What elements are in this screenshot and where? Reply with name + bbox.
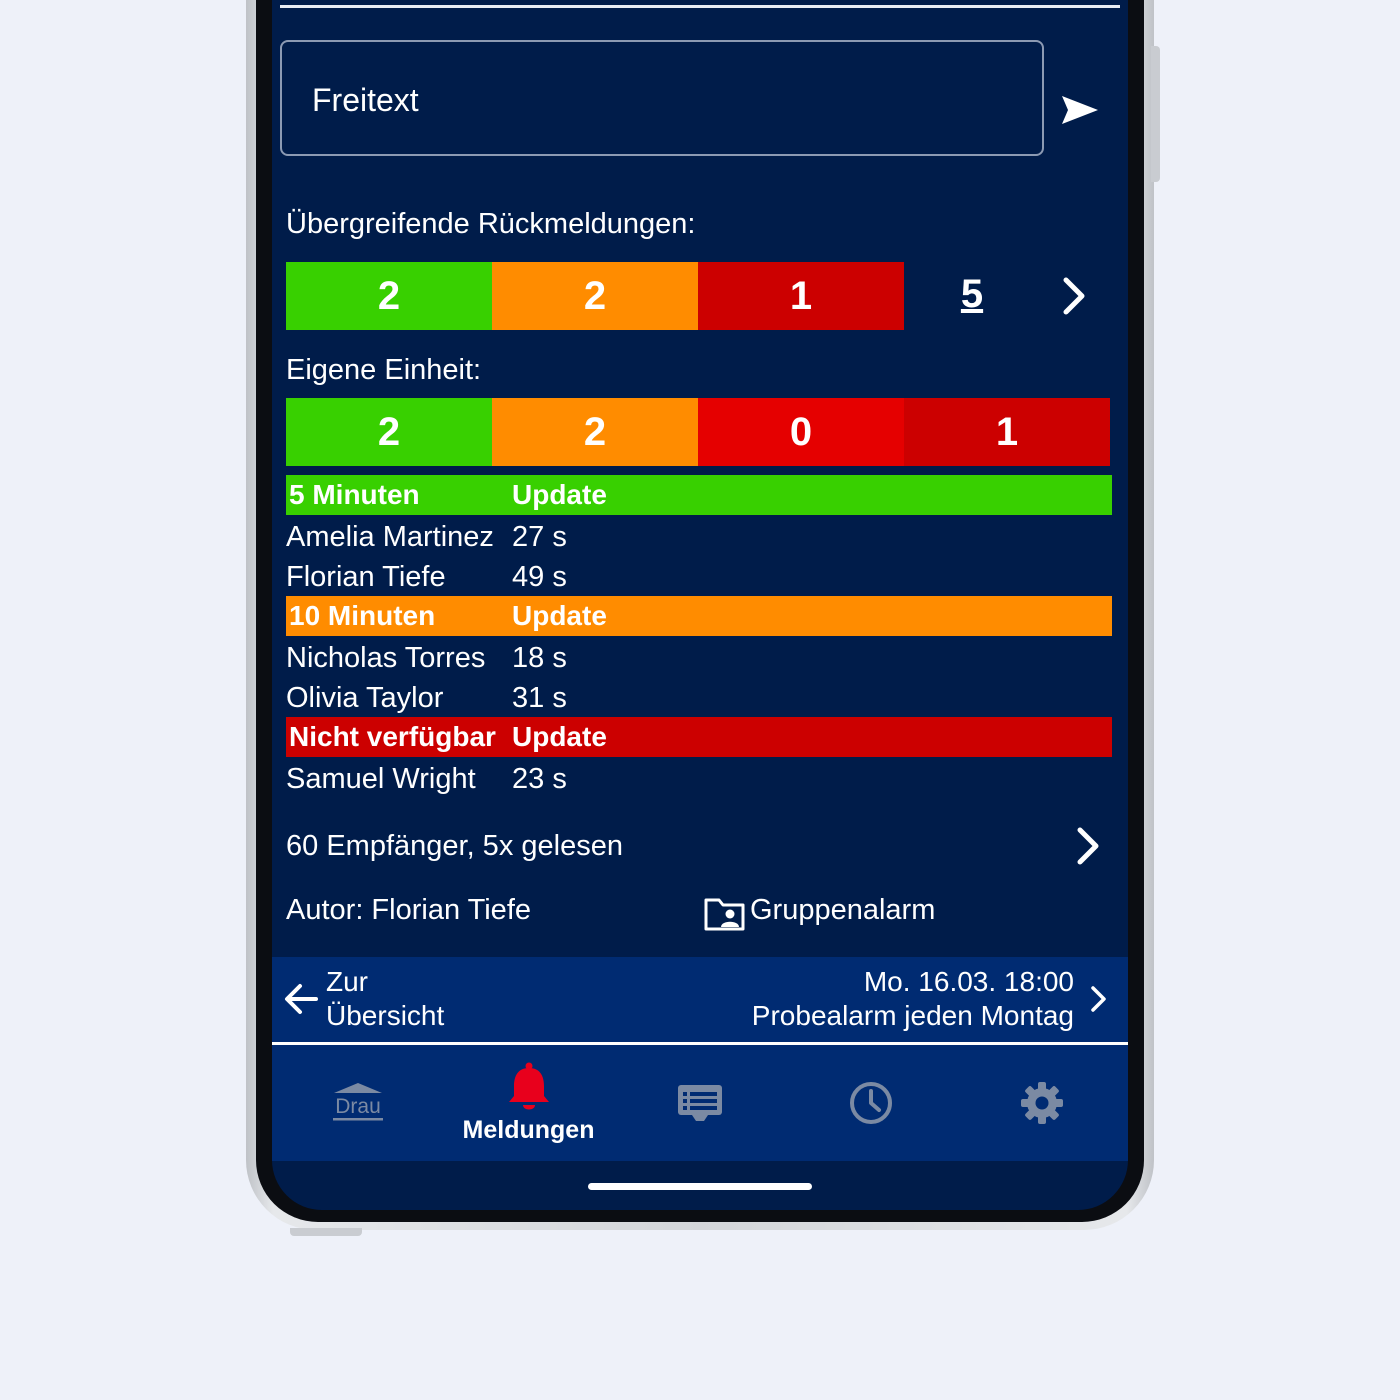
group-header-5min: 5 Minuten Update: [286, 475, 1112, 515]
person-time: 23 s: [512, 762, 567, 795]
person-name: Amelia Martinez: [286, 520, 494, 553]
drau-logo-icon: Drau: [332, 1083, 383, 1121]
person-name: Olivia Taylor: [286, 681, 444, 714]
phone-side-button: [1151, 46, 1160, 182]
alarm-navigation-bar: Zur Übersicht Mo. 16.03. 18:00 Probealar…: [272, 957, 1128, 1043]
person-time: 31 s: [512, 681, 567, 714]
person-name: Samuel Wright: [286, 762, 476, 795]
overall-count-unavailable[interactable]: 1: [698, 262, 904, 330]
person-name: Florian Tiefe: [286, 560, 446, 593]
overall-count-available-10min[interactable]: 2: [492, 262, 698, 330]
recipients-summary[interactable]: 60 Empfänger, 5x gelesen: [286, 830, 623, 863]
back-label-line2: Übersicht: [326, 1000, 445, 1031]
top-divider: [280, 5, 1120, 8]
own-count-unavailable[interactable]: 1: [904, 398, 1110, 466]
next-alarm-title: Probealarm jeden Montag: [751, 1000, 1074, 1031]
person-time: 18 s: [512, 641, 567, 674]
next-alarm-button[interactable]: [1086, 983, 1110, 1015]
arrow-left-icon: [285, 984, 318, 1014]
app-screen: Übergreifende Rückmeldungen: 2 2 1 5 Eig…: [272, 0, 1128, 1210]
list-item: Olivia Taylor 31 s: [286, 678, 567, 718]
group-name: 10 Minuten: [289, 600, 436, 631]
overall-total-link[interactable]: 5: [950, 272, 994, 322]
list-item: Amelia Martinez 27 s: [286, 517, 567, 557]
own-count-available-5min[interactable]: 2: [286, 398, 492, 466]
next-alarm-date: Mo. 16.03. 18:00: [863, 966, 1074, 997]
person-time: 27 s: [512, 520, 567, 553]
tab-messages[interactable]: [614, 1045, 785, 1161]
back-to-overview-label[interactable]: Zur Übersicht: [326, 965, 444, 1033]
next-alarm-link[interactable]: Mo. 16.03. 18:00 Probealarm jeden Montag: [752, 965, 1074, 1033]
own-unit-label: Eigene Einheit:: [286, 354, 482, 386]
overall-count-available-5min[interactable]: 2: [286, 262, 492, 330]
own-unit-bar[interactable]: 2 2 0 1: [286, 398, 1110, 466]
tab-label: Meldungen: [462, 1115, 595, 1144]
list-item: Samuel Wright 23 s: [286, 759, 567, 799]
overall-details-button[interactable]: [1058, 276, 1090, 321]
clock-icon: [849, 1082, 892, 1124]
bell-icon: [508, 1062, 549, 1109]
recipients-details-button[interactable]: [1072, 826, 1104, 871]
tab-drau[interactable]: Drau: [272, 1045, 443, 1161]
folder-user-icon: [704, 896, 746, 932]
chevron-right-icon: [1077, 827, 1099, 865]
overall-feedback-label: Übergreifende Rückmeldungen:: [286, 208, 696, 240]
list-item: Florian Tiefe 49 s: [286, 557, 567, 597]
person-time: 49 s: [512, 560, 567, 593]
freitext-field[interactable]: [280, 40, 1044, 156]
message-list-icon: [677, 1085, 722, 1121]
back-label-line1: Zur: [326, 966, 368, 997]
phone-bottom-button: [290, 1228, 362, 1236]
group-name: 5 Minuten: [289, 479, 420, 510]
home-indicator: [588, 1183, 812, 1190]
own-count-available-10min[interactable]: 2: [492, 398, 698, 466]
category-label: Gruppenalarm: [750, 894, 936, 926]
bottom-tab-bar: Drau Meldungen: [272, 1045, 1128, 1161]
tab-meldungen[interactable]: Meldungen: [443, 1045, 614, 1161]
group-name: Nicht verfügbar: [289, 721, 496, 752]
send-icon: [1062, 96, 1098, 124]
tab-settings[interactable]: [956, 1045, 1127, 1161]
chevron-right-icon: [1091, 986, 1106, 1012]
group-update-label: Update: [512, 721, 607, 752]
group-header-10min: 10 Minuten Update: [286, 596, 1112, 636]
author-label: Autor: Florian Tiefe: [286, 894, 531, 926]
back-to-overview-button[interactable]: [282, 979, 322, 1019]
list-item: Nicholas Torres 18 s: [286, 638, 567, 678]
group-update-label: Update: [512, 600, 607, 631]
freitext-input[interactable]: [312, 78, 992, 122]
tab-history[interactable]: [785, 1045, 956, 1161]
person-name: Nicholas Torres: [286, 641, 486, 674]
chevron-right-icon: [1063, 277, 1085, 315]
send-button[interactable]: [1060, 94, 1100, 134]
svg-text:Drau: Drau: [335, 1095, 381, 1118]
overall-feedback-bar[interactable]: 2 2 1: [286, 262, 904, 330]
gear-icon: [1020, 1082, 1063, 1124]
own-count-no-response[interactable]: 0: [698, 398, 904, 466]
group-update-label: Update: [512, 479, 607, 510]
group-header-unavailable: Nicht verfügbar Update: [286, 717, 1112, 757]
